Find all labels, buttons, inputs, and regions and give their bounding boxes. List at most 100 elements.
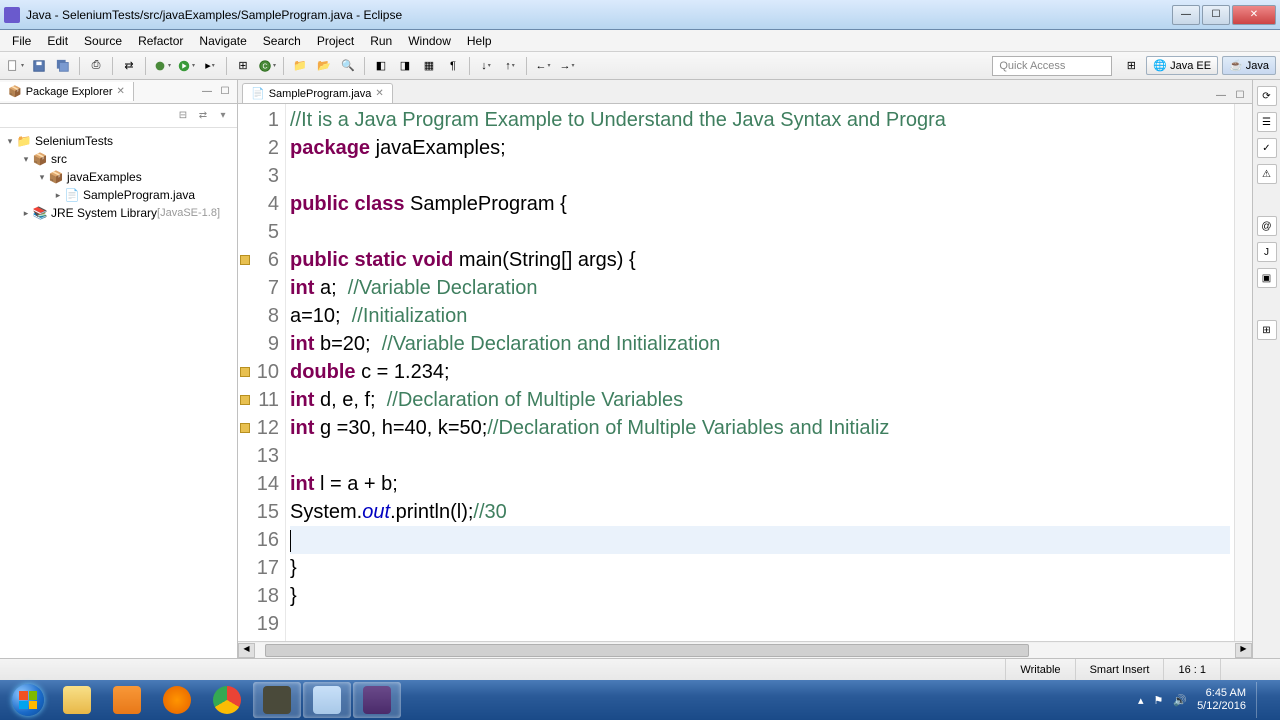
tree-file[interactable]: ▸📄SampleProgram.java	[2, 186, 235, 204]
tree-jre[interactable]: ▸📚JRE System Library [JavaSE-1.8]	[2, 204, 235, 222]
view-menu-icon[interactable]: ▾	[215, 108, 231, 124]
print-button[interactable]: ⎙	[85, 55, 107, 77]
taskbar-chrome-icon[interactable]	[203, 682, 251, 718]
open-perspective-button[interactable]: ⊞	[1120, 55, 1142, 77]
editor-tab[interactable]: 📄 SampleProgram.java ✕	[242, 83, 393, 103]
tray-chevron-icon[interactable]: ▴	[1138, 694, 1144, 707]
taskbar-notepad-icon[interactable]	[303, 682, 351, 718]
forward-button[interactable]: →▾	[556, 55, 578, 77]
scroll-right-icon[interactable]: ▶	[1235, 643, 1252, 658]
toggle-mark-button[interactable]: ◨	[394, 55, 416, 77]
system-tray[interactable]: ▴ ⚑ 🔊 6:45 AM 5/12/2016	[1128, 682, 1276, 718]
menu-edit[interactable]: Edit	[39, 32, 76, 50]
task-list-icon[interactable]: ✓	[1257, 138, 1277, 158]
status-cursor-position: 16 : 1	[1163, 659, 1220, 680]
window-title: Java - SeleniumTests/src/javaExamples/Sa…	[26, 8, 1172, 22]
maximize-editor-icon[interactable]: ☐	[1232, 87, 1248, 103]
perspective-java-ee[interactable]: 🌐 Java EE	[1146, 56, 1218, 75]
right-trim-stack: ⟳ ☰ ✓ ⚠ @ J ▣ ⊞	[1252, 80, 1280, 658]
taskbar-media-icon[interactable]	[103, 682, 151, 718]
save-all-button[interactable]	[52, 55, 74, 77]
taskbar-explorer-icon[interactable]	[53, 682, 101, 718]
overview-ruler[interactable]	[1234, 104, 1252, 641]
new-package-button[interactable]: ⊞	[232, 55, 254, 77]
link-editor-button[interactable]: ⇄	[118, 55, 140, 77]
menu-navigate[interactable]: Navigate	[191, 32, 254, 50]
app-icon	[4, 7, 20, 23]
editor-area: 📄 SampleProgram.java ✕ — ☐ 1234567891011…	[238, 80, 1252, 658]
tray-flag-icon[interactable]: ⚑	[1153, 694, 1163, 707]
close-tab-icon[interactable]: ✕	[375, 88, 383, 99]
maximize-button[interactable]: ☐	[1202, 5, 1230, 25]
restore-icon[interactable]: ⟳	[1257, 86, 1277, 106]
status-writable: Writable	[1005, 659, 1074, 680]
horizontal-scrollbar[interactable]: ◀ ▶	[238, 641, 1252, 658]
minimize-editor-icon[interactable]: —	[1213, 87, 1229, 103]
close-button[interactable]: ✕	[1232, 5, 1276, 25]
link-with-editor-icon[interactable]: ⇄	[195, 108, 211, 124]
tree-project[interactable]: ▾📁SeleniumTests	[2, 132, 235, 150]
menu-help[interactable]: Help	[459, 32, 500, 50]
perspective-java[interactable]: ☕ Java	[1222, 56, 1276, 75]
new-class-button[interactable]: C▾	[256, 55, 278, 77]
menu-source[interactable]: Source	[76, 32, 130, 50]
main-toolbar: ▾ ⎙ ⇄ ▾ ▾ ▸▾ ⊞ C▾ 📁 📂 🔍 ◧ ◨ ▦ ¶ ↓▾ ↑▾ ←▾…	[0, 52, 1280, 80]
toggle-breadcrumb-button[interactable]: ◧	[370, 55, 392, 77]
new-button[interactable]: ▾	[4, 55, 26, 77]
maximize-view-icon[interactable]: ☐	[217, 84, 233, 100]
scroll-left-icon[interactable]: ◀	[238, 643, 255, 658]
status-bar: Writable Smart Insert 16 : 1	[0, 658, 1280, 680]
menu-project[interactable]: Project	[309, 32, 362, 50]
minimize-view-icon[interactable]: —	[199, 84, 215, 100]
start-button[interactable]	[4, 682, 52, 718]
show-desktop-button[interactable]	[1256, 682, 1266, 718]
outline-icon[interactable]: ☰	[1257, 112, 1277, 132]
code-editor[interactable]: //It is a Java Program Example to Unders…	[286, 104, 1234, 641]
tray-clock[interactable]: 6:45 AM 5/12/2016	[1197, 687, 1246, 713]
package-explorer-tab[interactable]: 📦 Package Explorer ✕	[0, 82, 134, 101]
scroll-thumb[interactable]	[265, 644, 1029, 657]
workspace: 📦 Package Explorer ✕ — ☐ ⊟ ⇄ ▾ ▾📁Seleniu…	[0, 80, 1280, 658]
menu-window[interactable]: Window	[400, 32, 459, 50]
run-last-button[interactable]: ▸▾	[199, 55, 221, 77]
svg-text:C: C	[262, 63, 267, 70]
debug-button[interactable]: ▾	[151, 55, 173, 77]
menu-refactor[interactable]: Refactor	[130, 32, 191, 50]
taskbar-app1-icon[interactable]	[253, 682, 301, 718]
problems-icon[interactable]: ⚠	[1257, 164, 1277, 184]
line-number-gutter[interactable]: 12345678910111213141516171819	[238, 104, 286, 641]
open-task-button[interactable]: 📂	[313, 55, 335, 77]
tray-volume-icon[interactable]: 🔊	[1173, 694, 1187, 707]
menu-file[interactable]: File	[4, 32, 39, 50]
run-button[interactable]: ▾	[175, 55, 197, 77]
close-icon[interactable]: ✕	[117, 86, 125, 97]
open-type-button[interactable]: 📁	[289, 55, 311, 77]
search-button[interactable]: 🔍	[337, 55, 359, 77]
javadoc-icon[interactable]: J	[1257, 242, 1277, 262]
windows-taskbar: ▴ ⚑ 🔊 6:45 AM 5/12/2016	[0, 680, 1280, 720]
declaration-icon[interactable]: @	[1257, 216, 1277, 236]
menu-search[interactable]: Search	[255, 32, 309, 50]
tree-package[interactable]: ▾📦javaExamples	[2, 168, 235, 186]
minimize-button[interactable]: —	[1172, 5, 1200, 25]
status-empty	[1220, 659, 1280, 680]
prev-annotation-button[interactable]: ↑▾	[499, 55, 521, 77]
package-explorer-view: 📦 Package Explorer ✕ — ☐ ⊟ ⇄ ▾ ▾📁Seleniu…	[0, 80, 238, 658]
menu-bar: File Edit Source Refactor Navigate Searc…	[0, 30, 1280, 52]
status-insert-mode: Smart Insert	[1075, 659, 1164, 680]
console-icon[interactable]: ▣	[1257, 268, 1277, 288]
save-button[interactable]	[28, 55, 50, 77]
window-titlebar: Java - SeleniumTests/src/javaExamples/Sa…	[0, 0, 1280, 30]
package-explorer-tree[interactable]: ▾📁SeleniumTests ▾📦src ▾📦javaExamples ▸📄S…	[0, 128, 237, 658]
collapse-all-icon[interactable]: ⊟	[175, 108, 191, 124]
menu-run[interactable]: Run	[362, 32, 400, 50]
quick-access-input[interactable]: Quick Access	[992, 56, 1112, 76]
next-annotation-button[interactable]: ↓▾	[475, 55, 497, 77]
type-hierarchy-icon[interactable]: ⊞	[1257, 320, 1277, 340]
taskbar-eclipse-icon[interactable]	[353, 682, 401, 718]
back-button[interactable]: ←▾	[532, 55, 554, 77]
tree-src[interactable]: ▾📦src	[2, 150, 235, 168]
taskbar-firefox-icon[interactable]	[153, 682, 201, 718]
show-whitespace-button[interactable]: ¶	[442, 55, 464, 77]
toggle-block-button[interactable]: ▦	[418, 55, 440, 77]
